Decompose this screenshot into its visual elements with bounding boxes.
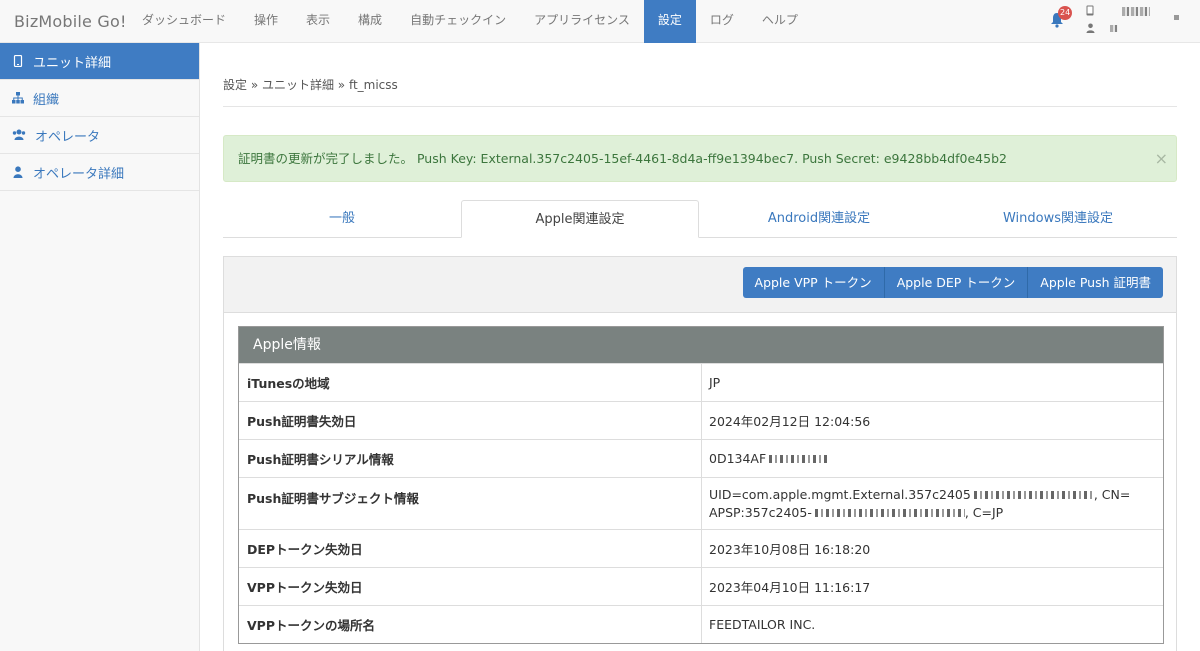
device-icon (1086, 5, 1094, 16)
sidebar-item-operators[interactable]: オペレータ (0, 117, 199, 154)
user-icon (1086, 23, 1095, 33)
subject-value: UID=com.apple.mgmt.External.357c2405 , CN… (709, 486, 1130, 522)
divider (223, 106, 1177, 107)
row-label: iTunesの地域 (239, 364, 702, 401)
close-icon[interactable]: × (1155, 136, 1168, 181)
users-icon (12, 129, 26, 140)
row-value: JP (709, 375, 721, 390)
panel-toolbar: Apple VPP トークン Apple DEP トークン Apple Push… (224, 257, 1176, 313)
row-label: VPPトークンの場所名 (239, 606, 702, 643)
nav-configuration[interactable]: 構成 (344, 0, 396, 43)
brand-logo[interactable]: BizMobile Go! (14, 0, 127, 43)
user-icon (13, 166, 23, 178)
row-value: UID=com.apple.mgmt.External.357c2405 , CN… (702, 478, 1163, 529)
apple-settings-panel: Apple VPP トークン Apple DEP トークン Apple Push… (223, 256, 1177, 651)
row-label: Push証明書サブジェクト情報 (239, 478, 702, 529)
token-button-group: Apple VPP トークン Apple DEP トークン Apple Push… (742, 267, 1163, 298)
table-row: Push証明書シリアル情報 0D134AF (239, 439, 1163, 477)
nav-dashboard[interactable]: ダッシュボード (128, 0, 240, 43)
nav-auto-checkin[interactable]: 自動チェックイン (396, 0, 520, 43)
apple-info-title: Apple情報 (239, 327, 1163, 363)
sitemap-icon (12, 92, 24, 104)
apple-dep-token-button[interactable]: Apple DEP トークン (884, 267, 1029, 298)
row-value: 2023年10月08日 16:18:20 (709, 542, 871, 557)
nav-operations[interactable]: 操作 (240, 0, 292, 43)
row-value: 0D134AF (702, 440, 1163, 477)
row-value: 2024年02月12日 12:04:56 (709, 414, 871, 429)
row-value: 2023年04月10日 11:16:17 (709, 580, 871, 595)
subject-line2: APSP:357c2405- (709, 504, 812, 520)
table-row: Push証明書サブジェクト情報 UID=com.apple.mgmt.Exter… (239, 477, 1163, 529)
apple-vpp-token-button[interactable]: Apple VPP トークン (742, 267, 885, 298)
table-row: DEPトークン失効日 2023年10月08日 16:18:20 (239, 529, 1163, 567)
nav-app-license[interactable]: アプリライセンス (520, 0, 644, 43)
table-row: Push証明書失効日 2024年02月12日 12:04:56 (239, 401, 1163, 439)
redacted-device-name (1122, 7, 1150, 16)
subject-line1-end: , CN= (1093, 486, 1131, 502)
notification-badge: 24 (1058, 6, 1073, 20)
menu-dot-icon[interactable] (1174, 15, 1179, 20)
success-alert: 証明書の更新が完了しました。 Push Key: External.357c24… (223, 135, 1177, 182)
sidebar-item-unit-detail[interactable]: ユニット詳細 (0, 43, 199, 80)
redacted-serial (769, 454, 830, 463)
redacted-subject (814, 509, 965, 517)
redacted-subject (973, 491, 1094, 499)
row-label: Push証明書失効日 (239, 402, 702, 439)
tab-windows[interactable]: Windows関連設定 (939, 200, 1177, 238)
nav-help[interactable]: ヘルプ (748, 0, 812, 43)
subject-line2-end: , C=JP (964, 504, 1004, 520)
breadcrumb[interactable]: 設定 » ユニット詳細 » ft_micss (223, 76, 398, 93)
tab-general[interactable]: 一般 (223, 200, 461, 238)
nav-log[interactable]: ログ (696, 0, 748, 43)
subject-line1: UID=com.apple.mgmt.External.357c2405 (709, 486, 971, 502)
table-row: iTunesの地域 JP (239, 363, 1163, 401)
sidebar-item-label: 組織 (33, 92, 60, 108)
nav-view[interactable]: 表示 (292, 0, 344, 43)
table-row: VPPトークン失効日 2023年04月10日 11:16:17 (239, 567, 1163, 605)
row-label: DEPトークン失効日 (239, 530, 702, 567)
table-row: VPPトークンの場所名 FEEDTAILOR INC. (239, 605, 1163, 643)
device-icon (13, 55, 23, 67)
settings-tabs: 一般 Apple関連設定 Android関連設定 Windows関連設定 (223, 200, 1177, 238)
serial-value: 0D134AF (709, 451, 767, 466)
sidebar: ユニット詳細 組織 オペレータ オペレータ詳細 (0, 43, 200, 651)
sidebar-item-label: ユニット詳細 (33, 55, 112, 71)
apple-push-cert-button[interactable]: Apple Push 証明書 (1028, 267, 1163, 298)
main-nav: ダッシュボード 操作 表示 構成 自動チェックイン アプリライセンス 設定 ログ… (128, 0, 812, 43)
sidebar-item-label: オペレータ (35, 129, 101, 145)
nav-settings[interactable]: 設定 (643, 0, 696, 43)
nav-user-area: 24 (1040, 0, 1200, 43)
top-navbar: BizMobile Go! ダッシュボード 操作 表示 構成 自動チェックイン … (0, 0, 1200, 43)
alert-message: 証明書の更新が完了しました。 Push Key: External.357c24… (238, 151, 1007, 166)
tab-apple[interactable]: Apple関連設定 (461, 200, 699, 238)
row-label: VPPトークン失効日 (239, 568, 702, 605)
tab-android[interactable]: Android関連設定 (700, 200, 938, 238)
apple-info-table: Apple情報 iTunesの地域 JP Push証明書失効日 2024年02月… (238, 326, 1164, 644)
redacted-user-name[interactable] (1110, 25, 1118, 32)
row-value: FEEDTAILOR INC. (709, 617, 816, 632)
sidebar-item-label: オペレータ詳細 (33, 166, 125, 182)
sidebar-item-operator-detail[interactable]: オペレータ詳細 (0, 154, 199, 191)
sidebar-item-organization[interactable]: 組織 (0, 80, 199, 117)
row-label: Push証明書シリアル情報 (239, 440, 702, 477)
